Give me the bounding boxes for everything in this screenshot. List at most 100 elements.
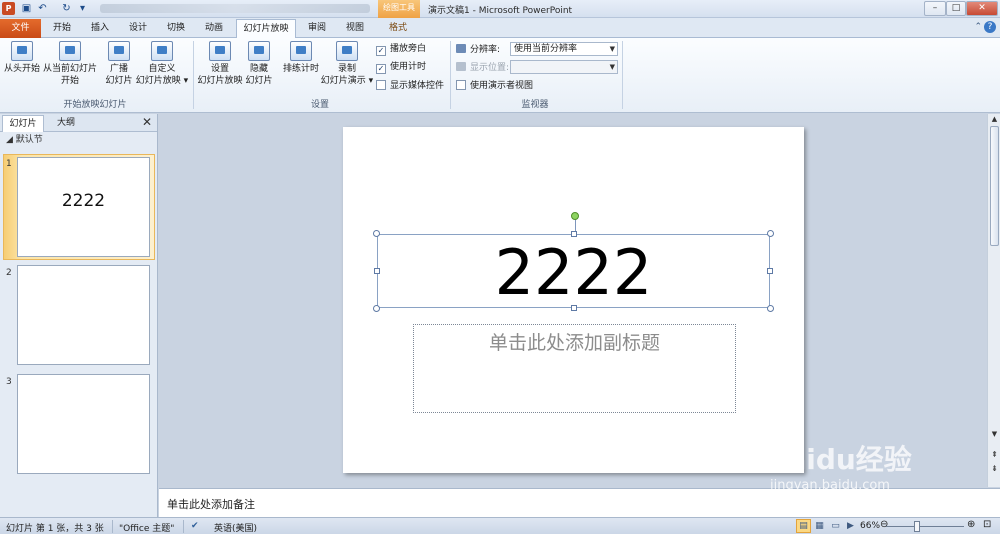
language-status[interactable]: 英语(美国) — [214, 521, 257, 534]
group-divider — [450, 41, 451, 109]
spellcheck-icon[interactable]: ✔ — [191, 521, 199, 531]
powerpoint-app-icon[interactable]: P — [2, 2, 15, 15]
tab-slide-show[interactable]: 幻灯片放映 — [236, 19, 296, 38]
from-current-slide-button[interactable]: 从当前幻灯片 开始 — [42, 41, 98, 87]
presenter-view-label: 使用演示者视图 — [470, 81, 534, 91]
tab-file[interactable]: 文件 — [0, 19, 41, 38]
vertical-scrollbar[interactable]: ▲ ▼ ⇞ ⇟ — [987, 114, 1000, 487]
rehearse-timings-button[interactable]: 排练计时 — [280, 41, 322, 75]
stopwatch-icon — [290, 41, 312, 61]
scroll-up-icon[interactable]: ▲ — [990, 115, 999, 123]
rehearse-label: 排练计时 — [282, 64, 319, 74]
customize-qat-icon[interactable]: ▾ — [76, 2, 89, 15]
resize-handle[interactable] — [767, 230, 774, 237]
broadcast-slideshow-button[interactable]: 广播 幻灯片 — [101, 41, 137, 87]
tab-insert[interactable]: 插入 — [86, 19, 114, 38]
tab-transitions[interactable]: 切换 — [162, 19, 190, 38]
zoom-out-icon[interactable]: ⊖ — [880, 519, 888, 530]
close-icon[interactable]: ✕ — [142, 115, 152, 129]
scrollbar-thumb[interactable] — [990, 126, 999, 246]
close-button[interactable]: ✕ — [966, 1, 998, 16]
subtitle-placeholder[interactable]: 单击此处添加副标题 — [413, 324, 736, 413]
tab-slides[interactable]: 幻灯片 — [2, 115, 44, 132]
show-on-dropdown[interactable]: ▼ — [510, 60, 618, 74]
zoom-slider-thumb[interactable] — [914, 521, 920, 532]
tab-design[interactable]: 设计 — [124, 19, 152, 38]
custom-label-1: 自定义 — [148, 64, 176, 74]
slide-number: 2 — [6, 268, 12, 278]
resize-handle[interactable] — [767, 305, 774, 312]
previous-slide-icon[interactable]: ⇞ — [990, 450, 999, 459]
tab-outline[interactable]: 大纲 — [46, 115, 86, 132]
zoom-in-icon[interactable]: ⊕ — [967, 519, 975, 530]
help-icon[interactable]: ? — [984, 21, 996, 33]
checkbox-unchecked-icon — [456, 80, 466, 90]
presenter-view-checkbox[interactable]: 使用演示者视图 — [456, 80, 533, 92]
next-slide-icon[interactable]: ⇟ — [990, 464, 999, 473]
record-label-2: 幻灯片演示 ▾ — [320, 76, 374, 86]
scroll-down-icon[interactable]: ▼ — [990, 430, 999, 438]
slide-canvas[interactable]: 2222 单击此处添加副标题 — [343, 127, 804, 473]
tab-review[interactable]: 审阅 — [303, 19, 331, 38]
group-divider — [193, 41, 194, 109]
slide-thumbnail-3[interactable] — [17, 374, 150, 474]
resolution-label-text: 分辨率: — [470, 45, 501, 55]
slide-count-status: 幻灯片 第 1 张，共 3 张 — [6, 524, 104, 534]
slide-thumbnail-2[interactable] — [17, 265, 150, 365]
save-icon[interactable]: ▣ — [20, 2, 33, 15]
slide-sorter-view-button[interactable]: ▦ — [812, 519, 827, 533]
ribbon-slide-show: 从头开始 从当前幻灯片 开始 广播 幻灯片 自定义 幻灯片放映 ▾ 开始放映幻灯… — [0, 38, 1000, 113]
resize-handle[interactable] — [373, 305, 380, 312]
hide-slide-button[interactable]: 隐藏 幻灯片 — [243, 41, 275, 87]
thumbnail-title: 2222 — [61, 191, 106, 211]
tab-home[interactable]: 开始 — [48, 19, 76, 38]
subtitle-placeholder-text[interactable]: 单击此处添加副标题 — [414, 328, 735, 355]
zoom-level[interactable]: 66% — [860, 521, 880, 531]
resize-handle[interactable] — [571, 305, 577, 311]
record-slideshow-button[interactable]: 录制 幻灯片演示 ▾ — [320, 41, 374, 87]
notes-placeholder[interactable]: 单击此处添加备注 — [167, 496, 255, 512]
tab-view[interactable]: 视图 — [341, 19, 369, 38]
from-current-label-2: 开始 — [60, 76, 79, 86]
resize-handle[interactable] — [374, 268, 380, 274]
play-narration-checkbox[interactable]: ✓ 播放旁白 — [376, 44, 426, 56]
reading-view-button[interactable]: ▭ — [828, 519, 843, 533]
zoom-slider-track[interactable] — [886, 526, 964, 527]
custom-slideshow-button[interactable]: 自定义 幻灯片放映 ▾ — [134, 41, 190, 87]
tab-animations[interactable]: 动画 — [200, 19, 228, 38]
from-beginning-button[interactable]: 从头开始 — [2, 41, 42, 75]
resolution-dropdown[interactable]: 使用当前分辨率 ▼ — [510, 42, 618, 56]
group-label-setup: 设置 — [310, 100, 329, 110]
fit-to-window-icon[interactable]: ⊡ — [983, 519, 991, 530]
ribbon-collapse-icon[interactable]: ⌃ — [974, 22, 982, 32]
collapse-triangle-icon: ◢ — [6, 135, 16, 145]
use-timings-checkbox[interactable]: ✓ 使用计时 — [376, 62, 426, 74]
normal-view-button[interactable]: ▤ — [796, 519, 811, 533]
use-timings-label: 使用计时 — [390, 62, 427, 72]
show-media-controls-checkbox[interactable]: 显示媒体控件 — [376, 80, 444, 92]
title-bar: P ▣ ↶ ↻ ▾ 绘图工具 演示文稿1 - Microsoft PowerPo… — [0, 0, 1000, 18]
slide-thumbnail-1[interactable]: 2222 — [17, 157, 150, 257]
maximize-button[interactable]: □ — [946, 1, 966, 16]
resize-handle[interactable] — [767, 268, 773, 274]
tab-format[interactable]: 格式 — [384, 19, 412, 38]
minimize-button[interactable]: – — [924, 1, 946, 16]
section-header[interactable]: ◢ 默认节 — [0, 132, 157, 149]
redo-icon[interactable]: ↻ — [60, 2, 73, 15]
from-current-label-1: 从当前幻灯片 — [42, 64, 97, 74]
setup-slideshow-button[interactable]: 设置 幻灯片放映 — [196, 41, 244, 87]
checkbox-checked-icon: ✓ — [376, 46, 386, 56]
resize-handle[interactable] — [373, 230, 380, 237]
slide-title[interactable]: 2222 — [378, 237, 769, 309]
slideshow-view-button[interactable]: ▶ — [843, 519, 858, 533]
slideshow-start-icon — [11, 41, 33, 61]
hide-label-1: 隐藏 — [249, 64, 268, 74]
rotation-handle[interactable] — [571, 212, 579, 220]
watermark-url: jingyan.baidu.com — [770, 478, 890, 493]
dropdown-arrow-icon: ▼ — [609, 63, 615, 71]
resize-handle[interactable] — [571, 231, 577, 237]
title-placeholder[interactable]: 2222 — [373, 230, 774, 312]
window-title: 演示文稿1 - Microsoft PowerPoint — [428, 6, 573, 16]
undo-icon[interactable]: ↶ — [36, 2, 49, 15]
slide-number: 1 — [6, 159, 12, 169]
